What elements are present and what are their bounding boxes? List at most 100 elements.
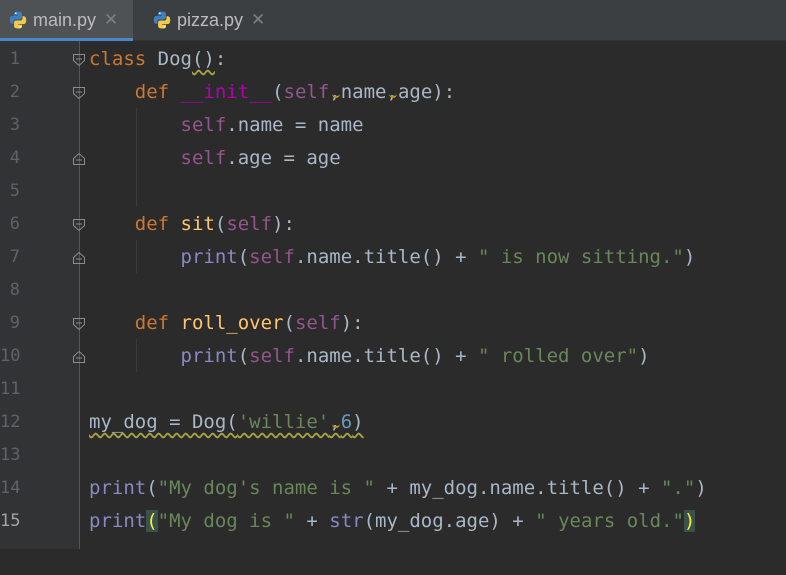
close-icon[interactable]: ✕ bbox=[104, 10, 118, 30]
code-token: ): bbox=[340, 312, 364, 334]
code-token: Dog bbox=[146, 48, 192, 70]
code-line[interactable]: def roll_over(self): bbox=[89, 307, 364, 340]
line-number: 12 bbox=[0, 412, 21, 432]
code-token: , bbox=[386, 81, 398, 103]
code-token: " rolled over" bbox=[477, 345, 639, 367]
code-token: "My dog's name is " bbox=[157, 477, 375, 499]
code-line[interactable]: print(self.name.title() + " is now sitti… bbox=[89, 241, 696, 274]
code-token: ) bbox=[695, 477, 707, 499]
code-token: age): bbox=[397, 81, 456, 103]
code-token: sit bbox=[180, 213, 215, 235]
code-token: ) bbox=[638, 345, 650, 367]
code-token: def bbox=[134, 312, 170, 334]
code-line[interactable]: print(self.name.title() + " rolled over"… bbox=[89, 340, 650, 373]
code-token: ( bbox=[146, 510, 158, 532]
code-token: .name = name bbox=[226, 114, 364, 136]
code-line[interactable]: self.age = age bbox=[89, 142, 341, 175]
editor-tab-bar: main.py ✕ pizza.py ✕ bbox=[0, 0, 786, 41]
code-token: def bbox=[134, 81, 170, 103]
line-number: 10 bbox=[0, 346, 21, 366]
code-token: self bbox=[180, 147, 227, 169]
code-token: "My dog is " bbox=[157, 510, 295, 532]
tab-pizza-py[interactable]: pizza.py ✕ bbox=[146, 0, 286, 40]
code-token: .name.title() + bbox=[294, 345, 478, 367]
close-icon[interactable]: ✕ bbox=[251, 10, 265, 30]
code-token: , bbox=[329, 81, 341, 103]
code-token: " is now sitting." bbox=[477, 246, 684, 268]
line-number: 5 bbox=[9, 181, 20, 201]
code-token: .age = age bbox=[226, 147, 341, 169]
code-line[interactable]: print("My dog's name is " + my_dog.name.… bbox=[89, 472, 707, 505]
code-token: (my_dog.age) + bbox=[363, 510, 536, 532]
line-number: 6 bbox=[9, 214, 20, 234]
line-number-gutter[interactable]: 1 2 3 4 5 6 7 8 9 10 11 12 13 14 15 bbox=[0, 41, 85, 549]
code-line[interactable]: my_dog = Dog('willie',6) bbox=[89, 406, 364, 439]
line-number: 1 bbox=[9, 49, 20, 69]
code-token: ) bbox=[683, 510, 696, 532]
code-token: : bbox=[214, 48, 227, 70]
code-token: print bbox=[180, 345, 238, 367]
line-number: 3 bbox=[9, 115, 20, 135]
tab-main-py[interactable]: main.py ✕ bbox=[0, 0, 133, 41]
code-token: def bbox=[134, 213, 170, 235]
tab-label: main.py bbox=[33, 9, 97, 30]
code-token: ( bbox=[272, 81, 284, 103]
code-line[interactable]: def sit(self): bbox=[89, 208, 295, 241]
code-line[interactable]: print("My dog is " + str(my_dog.age) + "… bbox=[89, 505, 696, 538]
code-token: print bbox=[89, 477, 147, 499]
line-number: 4 bbox=[9, 148, 20, 168]
line-number: 9 bbox=[9, 313, 20, 333]
code-token: self bbox=[294, 312, 341, 334]
code-token: ( bbox=[283, 312, 295, 334]
code-token: ( bbox=[214, 213, 227, 235]
code-token: ( bbox=[237, 246, 250, 268]
code-token: print bbox=[180, 246, 238, 268]
code-token: name bbox=[340, 81, 387, 103]
code-token: + my_dog.name.title() + bbox=[375, 477, 661, 499]
code-token: my_dog = Dog( bbox=[89, 411, 238, 433]
code-token: class bbox=[89, 48, 147, 70]
code-token: roll_over bbox=[180, 312, 284, 334]
code-token: 'willie' bbox=[237, 411, 330, 433]
code-editor[interactable]: class Dog(): def __init__(self,name,age)… bbox=[80, 41, 786, 549]
code-token: , bbox=[329, 411, 341, 433]
code-token: str bbox=[329, 510, 364, 532]
code-token: self bbox=[249, 345, 295, 367]
code-token: () bbox=[191, 48, 215, 70]
line-number: 13 bbox=[0, 445, 21, 465]
code-token: self bbox=[249, 246, 295, 268]
code-token: self bbox=[180, 114, 227, 136]
code-line[interactable]: self.name = name bbox=[89, 109, 364, 142]
python-icon bbox=[153, 11, 171, 29]
code-line[interactable]: class Dog(): bbox=[89, 43, 226, 76]
code-token: 6 bbox=[340, 411, 353, 433]
line-number: 15 bbox=[0, 511, 21, 531]
code-token: ( bbox=[146, 477, 158, 499]
code-line[interactable]: def __init__(self,name,age): bbox=[89, 76, 455, 109]
line-number: 14 bbox=[0, 478, 21, 498]
code-token: ) bbox=[352, 411, 364, 433]
code-token: ): bbox=[272, 213, 295, 235]
code-token: ( bbox=[237, 345, 250, 367]
code-token: __init__ bbox=[180, 81, 273, 103]
code-token: + bbox=[294, 510, 330, 532]
code-token: print bbox=[89, 510, 147, 532]
code-token: self bbox=[226, 213, 273, 235]
code-token: ) bbox=[683, 246, 696, 268]
code-token: self bbox=[283, 81, 330, 103]
code-token: " years old." bbox=[535, 510, 684, 532]
line-number: 8 bbox=[9, 280, 20, 300]
line-number: 11 bbox=[0, 379, 21, 399]
line-number: 2 bbox=[9, 82, 20, 102]
line-number: 7 bbox=[9, 247, 20, 267]
